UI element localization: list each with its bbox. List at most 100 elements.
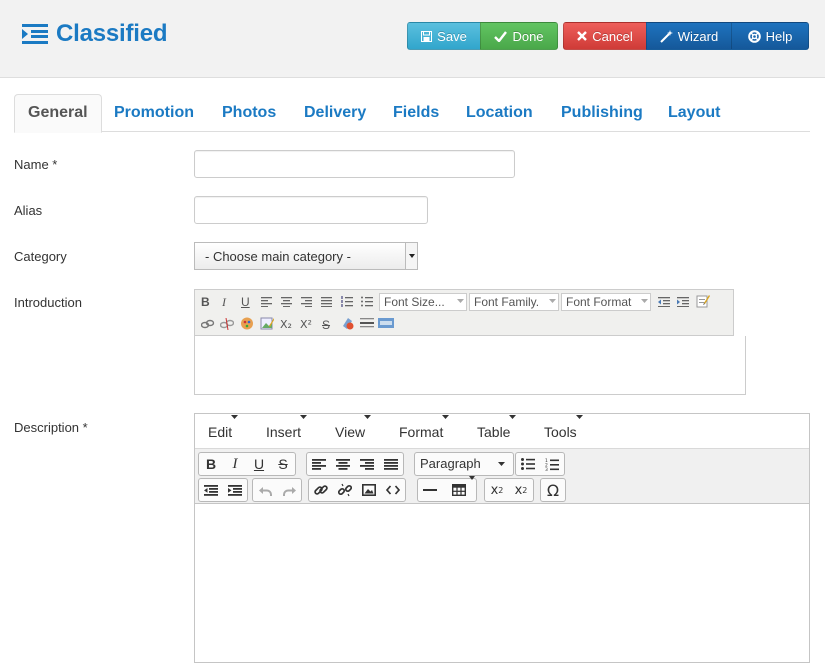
- tab-delivery[interactable]: Delivery: [291, 94, 379, 132]
- magic-wand-icon: [660, 29, 673, 43]
- align-group: [306, 452, 404, 476]
- alias-input[interactable]: [194, 196, 428, 224]
- tab-layout[interactable]: Layout: [655, 94, 733, 132]
- redo-button[interactable]: [277, 479, 301, 501]
- insert-link-button[interactable]: [309, 479, 333, 501]
- horizontal-rule-icon[interactable]: [360, 318, 374, 328]
- align-right-button[interactable]: [355, 453, 379, 475]
- italic-button[interactable]: I: [223, 453, 247, 475]
- remove-link-button[interactable]: [333, 479, 357, 501]
- outdent-icon[interactable]: [658, 297, 670, 307]
- wizard-button[interactable]: Wizard: [646, 22, 732, 50]
- clean-formatting-icon[interactable]: [340, 316, 354, 330]
- introduction-editor-toolbar: B I U Font Size... Font Family. Font For…: [194, 289, 734, 336]
- paragraph-select[interactable]: Paragraph: [414, 452, 514, 476]
- menu-view[interactable]: View: [335, 415, 372, 440]
- indent-icon[interactable]: [677, 297, 689, 307]
- align-left-button[interactable]: [307, 453, 331, 475]
- help-button[interactable]: Help: [731, 22, 809, 50]
- code-icon: [386, 485, 400, 495]
- source-code-button[interactable]: [381, 479, 405, 501]
- superscript-button[interactable]: x2: [509, 479, 533, 501]
- menu-format[interactable]: Format: [399, 415, 450, 440]
- menu-edit-label: Edit: [208, 424, 233, 440]
- anchor-icon[interactable]: [240, 317, 254, 330]
- check-icon: [494, 30, 508, 42]
- tab-bar: General Promotion Photos Delivery Fields…: [14, 94, 810, 133]
- introduction-editor-area[interactable]: [194, 336, 746, 395]
- underline-button[interactable]: U: [247, 453, 271, 475]
- font-format-value: Font Format: [566, 295, 632, 309]
- font-format-select[interactable]: Font Format: [561, 293, 651, 311]
- tab-publishing[interactable]: Publishing: [548, 94, 656, 132]
- outdent-button[interactable]: [199, 479, 223, 501]
- save-button[interactable]: Save: [407, 22, 481, 50]
- align-left-icon[interactable]: [261, 297, 272, 307]
- ordered-list-icon[interactable]: [341, 296, 353, 307]
- description-editor-area[interactable]: [195, 505, 809, 662]
- paragraph-value: Paragraph: [420, 456, 481, 471]
- align-justify-icon[interactable]: [321, 297, 332, 307]
- special-character-button[interactable]: Ω: [541, 479, 565, 501]
- image-icon[interactable]: [260, 316, 274, 330]
- italic-button[interactable]: I: [222, 295, 226, 309]
- numbered-list-button[interactable]: 123: [540, 453, 564, 475]
- bold-button[interactable]: B: [201, 295, 210, 309]
- underline-button[interactable]: U: [241, 295, 250, 309]
- insert-media-icon[interactable]: [378, 318, 394, 328]
- menu-edit[interactable]: Edit: [208, 415, 239, 440]
- bullet-list-button[interactable]: [516, 453, 540, 475]
- horizontal-line-icon: [423, 488, 437, 491]
- menu-tools[interactable]: Tools: [544, 415, 583, 440]
- chevron-down-icon: [549, 299, 556, 303]
- link-icon[interactable]: [201, 318, 215, 330]
- svg-text:3: 3: [545, 467, 548, 471]
- align-center-icon[interactable]: [281, 297, 292, 307]
- outdent-icon: [204, 484, 218, 496]
- tab-promotion[interactable]: Promotion: [101, 94, 207, 132]
- page-title: Classified: [56, 20, 168, 47]
- category-select[interactable]: - Choose main category -: [194, 242, 418, 270]
- horizontal-line-button[interactable]: [418, 479, 442, 501]
- paragraph-dropdown[interactable]: Paragraph: [415, 453, 513, 475]
- name-input[interactable]: [194, 150, 515, 178]
- save-label: Save: [437, 28, 467, 44]
- indent-icon: [228, 484, 242, 496]
- script-group: x2 x2: [484, 478, 534, 502]
- wizard-label: Wizard: [677, 28, 719, 44]
- done-button[interactable]: Done: [480, 22, 558, 50]
- toolbar-header: Classified Save Done Cancel Wizard Help: [0, 0, 825, 78]
- tab-general[interactable]: General: [14, 94, 102, 133]
- tab-fields[interactable]: Fields: [380, 94, 452, 132]
- font-size-select[interactable]: Font Size...: [379, 293, 467, 311]
- unlink-icon[interactable]: [220, 318, 234, 330]
- tab-location[interactable]: Location: [453, 94, 546, 132]
- menu-tools-label: Tools: [544, 424, 577, 440]
- indent-button[interactable]: [223, 479, 247, 501]
- numbered-list-icon: 123: [545, 458, 559, 471]
- font-family-select[interactable]: Font Family.: [469, 293, 559, 311]
- edit-html-icon[interactable]: [696, 294, 710, 308]
- align-justify-button[interactable]: [379, 453, 403, 475]
- strikethrough-button[interactable]: S: [322, 318, 330, 332]
- name-label: Name *: [14, 157, 58, 172]
- align-center-button[interactable]: [331, 453, 355, 475]
- insert-table-button[interactable]: [442, 476, 476, 501]
- menu-insert[interactable]: Insert: [266, 415, 308, 440]
- strikethrough-button[interactable]: S: [271, 453, 295, 475]
- align-right-icon[interactable]: [301, 297, 312, 307]
- image-icon: [362, 484, 376, 496]
- superscript-button[interactable]: X²: [300, 318, 312, 332]
- subscript-button[interactable]: x2: [485, 479, 509, 501]
- undo-button[interactable]: [253, 479, 277, 501]
- description-label: Description *: [14, 420, 88, 435]
- tab-photos[interactable]: Photos: [209, 94, 289, 132]
- cancel-button[interactable]: Cancel: [563, 22, 647, 50]
- unordered-list-icon[interactable]: [361, 296, 373, 307]
- bold-button[interactable]: B: [199, 453, 223, 475]
- subscript-button[interactable]: X₂: [280, 318, 292, 332]
- insert-image-button[interactable]: [357, 479, 381, 501]
- caret-down-icon: [442, 415, 450, 419]
- menu-table[interactable]: Table: [477, 415, 517, 440]
- caret-down-icon: [575, 415, 583, 419]
